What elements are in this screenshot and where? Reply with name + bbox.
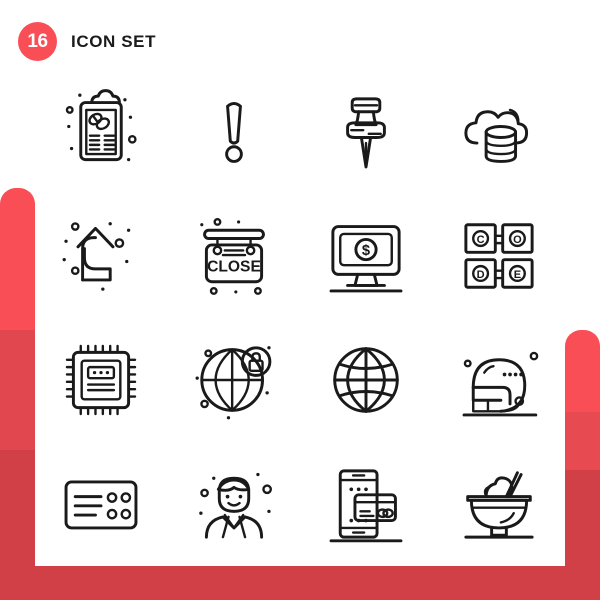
code-blocks-icon: C O D E [464,223,534,289]
code-block-letter-o: O [513,234,522,246]
left-red-band-mid [0,330,35,600]
cloud-database-icon [464,108,528,163]
icon-cell-prescription-clipboard[interactable] [35,70,168,194]
icon-cell-close-sign[interactable]: CLOSE [168,194,301,318]
icon-cell-id-card[interactable] [35,442,168,566]
right-red-band [565,330,600,600]
icon-cell-mobile-payment[interactable] [300,442,433,566]
icon-cell-dessert-bowl[interactable] [433,442,566,566]
icon-set-poster: 16 ICON SET CLOSE $ C O D E [0,0,600,600]
icon-cell-exclamation-mark[interactable] [168,70,301,194]
code-block-letter-c: C [476,234,484,246]
poster-header: 16 ICON SET [18,22,156,61]
secure-globe-icon [195,346,272,420]
icon-grid: CLOSE $ C O D E [35,70,565,566]
exclamation-mark-icon [224,102,243,163]
right-red-band-mid [565,412,600,600]
monitor-dollar-icon: $ [329,225,403,293]
icon-cell-monitor-dollar[interactable]: $ [300,194,433,318]
icon-cell-push-pin[interactable] [300,70,433,194]
mobile-payment-icon [329,469,403,543]
icon-cell-football-helmet[interactable] [433,318,566,442]
close-sign-label: CLOSE [207,259,261,276]
icon-cell-secure-globe[interactable] [168,318,301,442]
football-helmet-icon [462,351,539,417]
icon-cell-wireframe-globe[interactable] [300,318,433,442]
dessert-bowl-icon [464,471,534,539]
id-card-icon [64,480,138,530]
close-sign-icon: CLOSE [199,218,265,295]
dollar-glyph: $ [362,243,370,259]
curved-up-arrow-icon [62,222,131,291]
page-title: ICON SET [71,31,157,51]
icon-cell-curved-up-arrow[interactable] [35,194,168,318]
icon-cell-code-blocks[interactable]: C O D E [433,194,566,318]
code-block-letter-e: E [513,269,520,281]
code-block-letter-d: D [476,269,484,281]
icon-cell-businessman-avatar[interactable] [168,442,301,566]
right-red-band-dark [565,470,600,600]
microchip-icon [66,344,137,416]
bottom-red-band [0,566,600,600]
icon-count-badge: 16 [18,22,57,61]
icon-cell-microchip[interactable] [35,318,168,442]
wireframe-globe-icon [333,347,400,413]
left-red-band-dark [0,450,35,600]
icon-cell-cloud-database[interactable] [433,70,566,194]
push-pin-icon [346,97,387,169]
prescription-clipboard-icon [66,89,137,162]
left-red-band [0,188,35,600]
businessman-avatar-icon [198,472,272,539]
